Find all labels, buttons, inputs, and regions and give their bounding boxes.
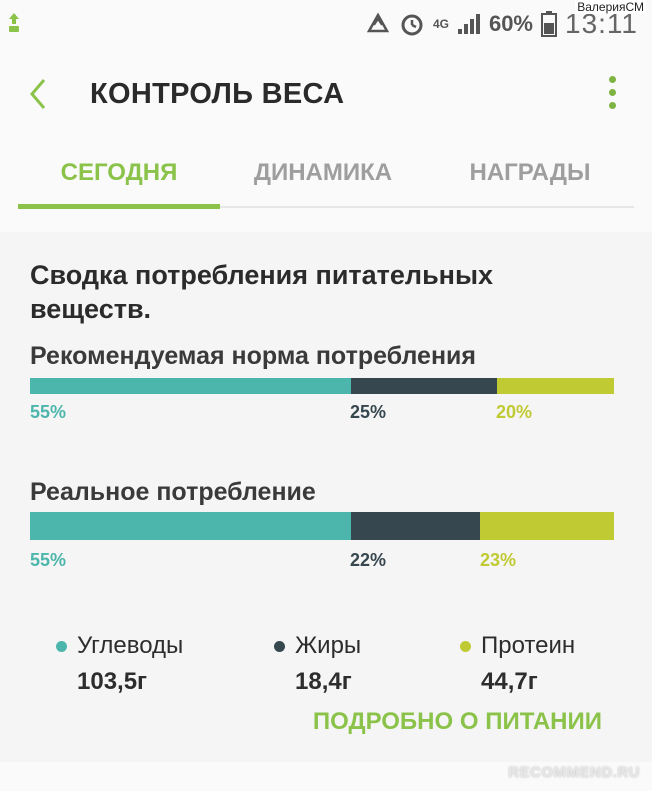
carbs-dot-icon [56,640,67,652]
recommended-carbs-segment [30,378,352,394]
battery-percentage: 60% [488,11,533,36]
legend-carbs-name: Углеводы [77,632,184,659]
network-type: 4G [432,17,449,31]
status-bar: 4G 60% 13:11 ВалерияСМ [0,0,652,50]
tab-bar: СЕГОДНЯ ДИНАМИКА НАГРАДЫ [18,136,634,210]
recommended-carbs-percent: 55% [30,402,67,422]
battery-icon [541,11,557,37]
recommend-watermark: RECOMMEND.RU [508,764,640,781]
actual-bar [30,512,614,540]
author-watermark: ВалерияСМ [575,0,646,14]
card-title: Сводка потребления питательных веществ. [30,260,494,324]
recommended-protein-segment [497,378,614,394]
tab-today[interactable]: СЕГОДНЯ [18,136,220,210]
actual-fat-percent: 22% [350,550,387,570]
fat-dot-icon [274,640,285,652]
protein-dot-icon [460,640,471,652]
legend-protein-value: 44,7г [481,668,538,695]
legend-fat-value: 18,4г [295,668,352,695]
actual-carbs-segment [30,512,352,540]
tab-dynamics[interactable]: ДИНАМИКА [220,136,426,210]
legend-carbs: Углеводы 103,5г [56,632,183,696]
actual-fat-segment [351,512,480,540]
alarm-icon [401,14,423,36]
more-vert-icon [608,75,616,83]
legend-protein-name: Протеин [481,632,576,659]
app-bar: КОНТРОЛЬ ВЕСА [0,50,652,136]
recommended-bar [30,378,614,394]
tab-rewards[interactable]: НАГРАДЫ [426,136,634,210]
tab-active-indicator [18,204,220,209]
actual-protein-segment [479,512,614,540]
notification-icon [9,13,19,32]
recycle-icon [366,12,390,33]
recommended-protein-percent: 20% [496,402,533,422]
legend-fat: Жиры 18,4г [274,632,361,696]
recommended-fat-percent: 25% [350,402,387,422]
legend-fat-name: Жиры [295,632,362,659]
legend-protein: Протеин 44,7г [460,632,575,696]
back-button[interactable] [16,72,60,116]
actual-protein-percent: 23% [480,550,517,570]
nutrition-details-link[interactable]: ПОДРОБНО О ПИТАНИИ [313,708,602,736]
page-title: КОНТРОЛЬ ВЕСА [90,78,345,110]
recommended-fat-segment [351,378,498,394]
chevron-left-icon [30,79,46,109]
signal-icon [457,14,480,34]
recommended-label: Рекомендуемая норма потребления [30,342,476,370]
more-options-button[interactable] [600,70,624,114]
actual-label: Реальное потребление [30,478,316,506]
actual-carbs-percent: 55% [30,550,67,570]
nutrition-summary-card: Сводка потребления питательных веществ. … [0,232,652,762]
legend-carbs-value: 103,5г [77,668,148,695]
